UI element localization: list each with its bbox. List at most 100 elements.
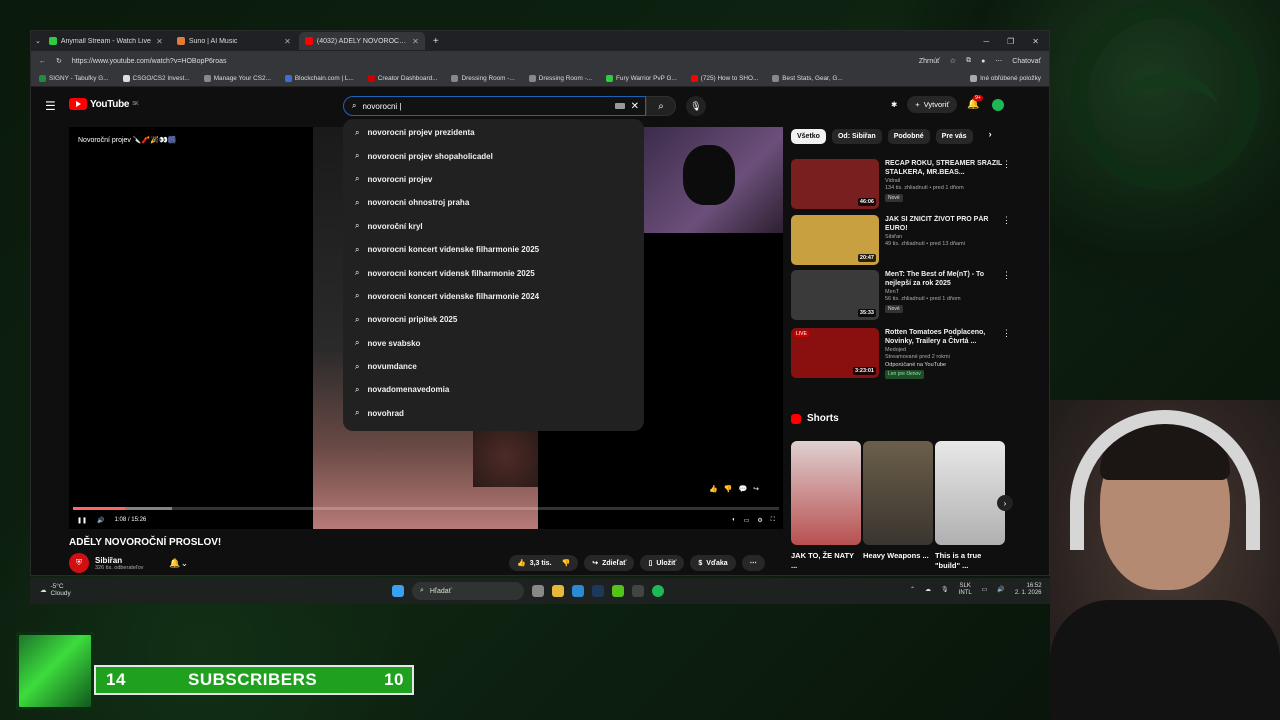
suggestion-item[interactable]: ⌕ novadomenavedomia (343, 378, 644, 401)
clear-search-icon[interactable]: ✕ (631, 101, 645, 112)
weather-widget[interactable]: ☁ -5°C Cloudy (40, 583, 71, 597)
bookmark-item[interactable]: Fury Warrior PvP G... (606, 75, 677, 82)
suggestion-item[interactable]: ⌕ novorocni projev shopaholicadel (343, 144, 644, 167)
chip-all[interactable]: Všetko (791, 129, 826, 144)
fullscreen-icon[interactable]: ⛶ (771, 517, 775, 524)
subtitles-icon[interactable]: ▭ (744, 517, 750, 524)
star-icon[interactable]: ☆ (950, 57, 956, 65)
chip-for-you[interactable]: Pre vás (935, 129, 973, 144)
recommended-video[interactable]: 46:06 RECAP ROKU, STREAMER SRAZIL STALKE… (791, 159, 1011, 209)
bookmark-item[interactable]: Best Stats, Gear, G... (772, 75, 843, 82)
edge-icon[interactable] (572, 585, 584, 597)
steam-icon[interactable] (592, 585, 604, 597)
chat-button[interactable]: Chatovať (1012, 58, 1041, 65)
video-thumbnail[interactable]: 20:47 (791, 215, 879, 265)
suggestion-item[interactable]: ⌕ novumdance (343, 355, 644, 378)
other-bookmarks[interactable]: Iné obľúbené položky (970, 75, 1041, 82)
tab-anymall[interactable]: Anymall Stream - Watch Live ✕ (43, 32, 169, 50)
chip-similar[interactable]: Podobné (887, 129, 930, 144)
minimize-icon[interactable]: ─ (983, 37, 989, 46)
create-button[interactable]: + Vytvoriť (907, 96, 958, 113)
keyboard-icon[interactable] (614, 103, 625, 109)
video-thumbnail[interactable]: LIVE 3:23:01 (791, 328, 879, 378)
tab-menu-icon[interactable]: ⌄ (35, 37, 41, 45)
comment-overlay-icon[interactable]: 💬 (738, 485, 747, 493)
suggestion-item[interactable]: ⌕ novorocni projev prezidenta (343, 121, 644, 144)
bookmark-item[interactable]: CSGO/CS2 Invest... (122, 75, 190, 82)
bookmark-item[interactable]: Creator Dashboard... (367, 75, 437, 82)
bookmark-item[interactable]: SIGNY - Tabuľky G... (39, 75, 109, 82)
back-icon[interactable]: ← (39, 58, 46, 65)
account-avatar[interactable] (989, 96, 1006, 113)
more-icon[interactable]: ⋯ (995, 57, 1002, 65)
video-title[interactable]: RECAP ROKU, STREAMER SRAZIL STALKERA, MR… (885, 159, 1011, 178)
thanks-button[interactable]: $ Vďaka (690, 555, 736, 571)
share-overlay-icon[interactable]: ↪ (753, 485, 759, 493)
short-thumbnail[interactable] (863, 441, 933, 545)
notifications-icon[interactable]: 🔔 9+ (967, 95, 983, 110)
volume-icon[interactable]: 🔊 (97, 517, 104, 524)
thumbs-down-icon[interactable]: 👎 (562, 559, 571, 567)
volume-icon[interactable]: 🔊 (997, 586, 1004, 593)
search-button[interactable]: ⌕ (646, 96, 676, 116)
close-icon[interactable]: ✕ (156, 37, 163, 46)
share-button[interactable]: ↪ Zdieľať (584, 555, 635, 571)
extension-icon[interactable]: ✱ (891, 100, 897, 109)
more-options-icon[interactable]: ⋮ (1002, 215, 1011, 226)
taskbar-search[interactable]: ⌕ Hľadať (412, 582, 524, 600)
bookmark-item[interactable]: Dressing Room -... (528, 75, 592, 82)
summarize-button[interactable]: Zhrnúť (919, 58, 940, 65)
short-title[interactable]: This is a true "build" ... (935, 551, 1005, 571)
tab-youtube[interactable]: (4032) ADĚLY NOVOROČNÍ PROS ✕ (298, 32, 425, 50)
suggestion-item[interactable]: ⌕ novohrad (343, 402, 644, 425)
more-actions-icon[interactable]: ⋯ (741, 555, 765, 571)
network-icon[interactable]: ☁ (925, 586, 931, 593)
youtube-logo[interactable]: YouTube SK (69, 98, 139, 110)
maximize-icon[interactable]: ❐ (1007, 37, 1014, 46)
suggestion-item[interactable]: ⌕ novorocni koncert videnske filharmonie … (343, 238, 644, 261)
microphone-icon[interactable]: 🎙 (686, 96, 706, 116)
like-overlay-icon[interactable]: 👍 (709, 485, 718, 493)
video-thumbnail[interactable]: 35:33 (791, 270, 879, 320)
video-title[interactable]: JAK SI ZNIČIT ŽIVOT PRO PÁR EURO! (885, 215, 1011, 234)
chevron-up-icon[interactable]: ⌃ (910, 586, 915, 593)
settings-icon[interactable]: ⚙ (757, 517, 762, 524)
mic-tray-icon[interactable]: 🎙 (941, 586, 949, 593)
save-button[interactable]: ▯ Uložiť (640, 555, 685, 571)
close-window-icon[interactable]: ✕ (1032, 37, 1039, 46)
short-thumbnail[interactable] (935, 441, 1005, 545)
chip-from-channel[interactable]: Od: Sibiřan (831, 129, 882, 144)
bookmark-item[interactable]: Manage Your CS2... (203, 75, 271, 82)
spotify-icon[interactable] (652, 585, 664, 597)
profile-icon[interactable]: ● (981, 58, 985, 65)
video-thumbnail[interactable]: 46:06 (791, 159, 879, 209)
reload-icon[interactable]: ↻ (56, 57, 62, 65)
more-options-icon[interactable]: ⋮ (1002, 270, 1011, 281)
new-tab-button[interactable]: + (427, 36, 445, 47)
task-view-icon[interactable] (532, 585, 544, 597)
short-thumbnail[interactable] (791, 441, 861, 545)
close-icon[interactable]: ✕ (284, 37, 291, 46)
autoplay-toggle[interactable]: ◐ (732, 517, 736, 524)
bookmark-item[interactable]: Dressing Room -... (451, 75, 515, 82)
bookmark-item[interactable]: Blockchain.com | L... (284, 75, 354, 82)
suggestion-item[interactable]: ⌕ nove svabsko (343, 332, 644, 355)
short-title[interactable]: Heavy Weapons ... (863, 551, 933, 561)
progress-bar[interactable] (73, 507, 779, 510)
like-button[interactable]: 👍 3,3 tis. 👎 (509, 555, 579, 571)
display-icon[interactable]: ▭ (982, 586, 988, 593)
more-options-icon[interactable]: ⋮ (1002, 159, 1011, 170)
channel-name[interactable]: Sibiřan (95, 556, 143, 565)
recommended-video[interactable]: LIVE 3:23:01 Rotten Tomatoes Podplaceno,… (791, 328, 1011, 379)
clock[interactable]: 16:52 2. 1. 2026 (1015, 583, 1042, 596)
more-options-icon[interactable]: ⋮ (1002, 328, 1011, 339)
suggestion-item[interactable]: ⌕ novorocni projev (343, 168, 644, 191)
close-icon[interactable]: ✕ (412, 37, 419, 46)
file-explorer-icon[interactable] (552, 585, 564, 597)
search-input[interactable] (362, 101, 609, 111)
extensions-icon[interactable]: ⧉ (966, 57, 971, 65)
suggestion-item[interactable]: ⌕ novoroční kryl (343, 215, 644, 238)
start-icon[interactable] (392, 585, 404, 597)
subscription-bell-icon[interactable]: 🔔⌄ (169, 558, 188, 569)
recommended-video[interactable]: 35:33 MenT: The Best of Me(nT) - To nejl… (791, 270, 1011, 320)
